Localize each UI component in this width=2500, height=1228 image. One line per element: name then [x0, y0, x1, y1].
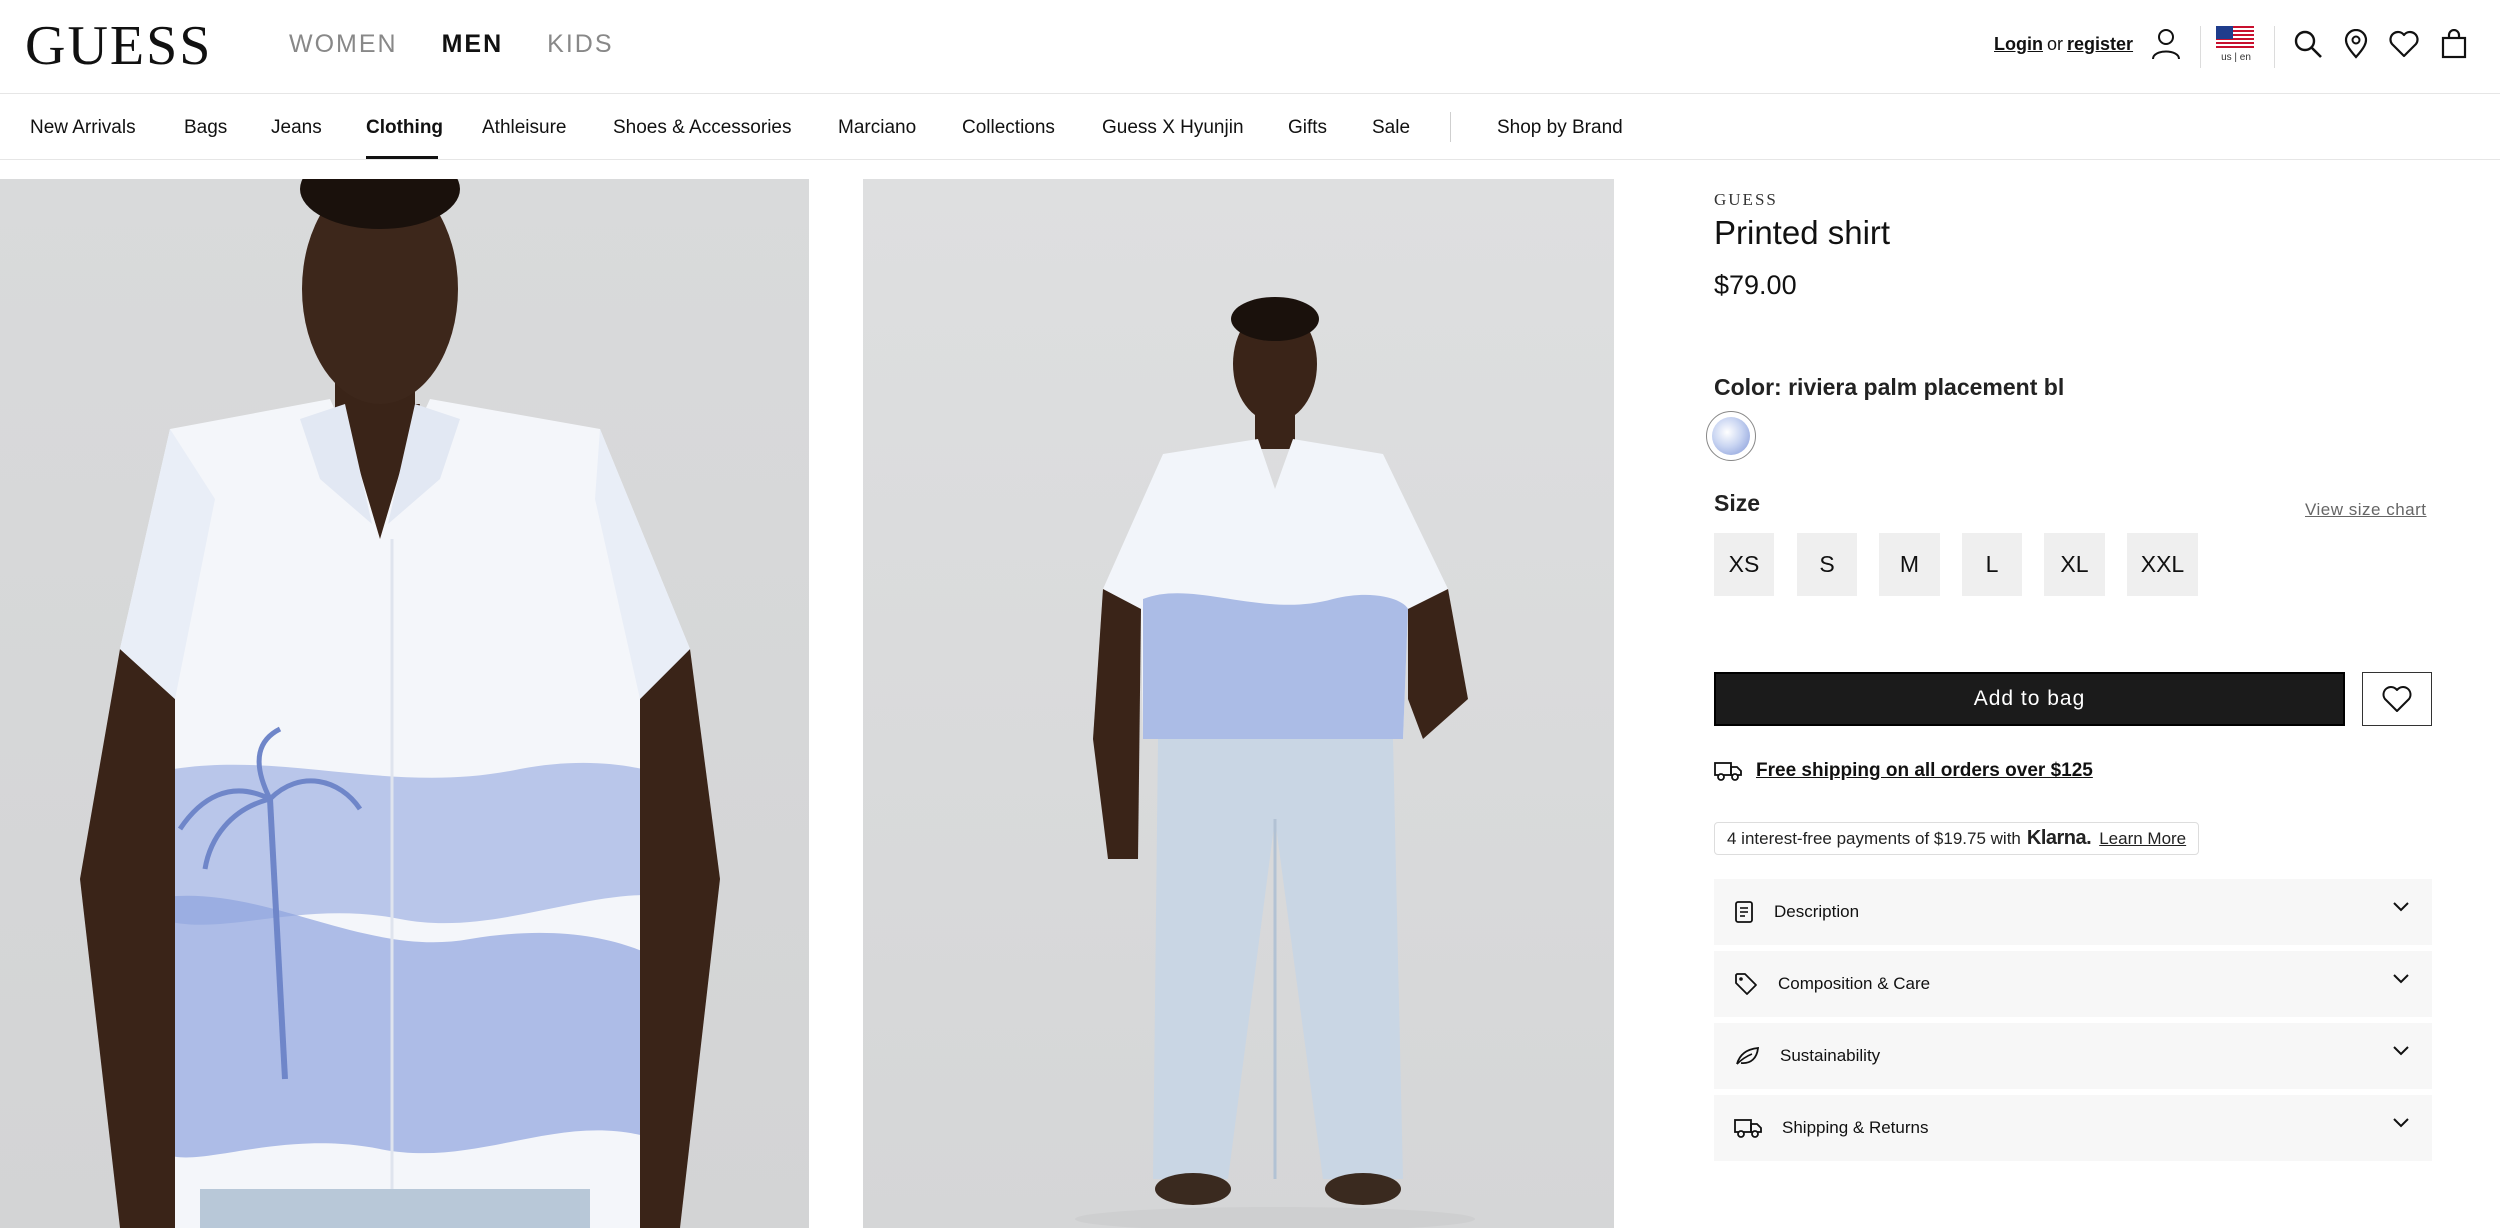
accordion-sustainability[interactable]: Sustainability	[1714, 1023, 2432, 1089]
nav-bags[interactable]: Bags	[184, 117, 227, 139]
swatch-fill	[1712, 417, 1750, 455]
add-to-bag-button[interactable]: Add to bag	[1714, 672, 2345, 726]
gender-tab-men[interactable]: MEN	[442, 30, 504, 59]
size-option-s[interactable]: S	[1797, 533, 1857, 596]
login-link[interactable]: Login	[1994, 34, 2043, 54]
nav-marciano[interactable]: Marciano	[838, 117, 916, 139]
delivery-truck-icon	[1714, 762, 1742, 781]
nav-clothing[interactable]: Clothing	[366, 117, 443, 139]
nav-jeans[interactable]: Jeans	[271, 117, 322, 139]
accordion-composition-care[interactable]: Composition & Care	[1714, 951, 2432, 1017]
guess-logo[interactable]: GUESS	[25, 14, 212, 78]
accordion-description[interactable]: Description	[1714, 879, 2432, 945]
nav-guess-x-hyunjin[interactable]: Guess X Hyunjin	[1102, 117, 1244, 139]
store-locator-icon[interactable]	[2338, 26, 2374, 62]
wishlist-heart-icon[interactable]	[2386, 26, 2422, 62]
chevron-down-icon	[2393, 1118, 2409, 1128]
register-link[interactable]: register	[2067, 34, 2133, 54]
nav-sale[interactable]: Sale	[1372, 117, 1410, 139]
add-to-wishlist-button[interactable]	[2362, 672, 2432, 726]
accordion-shipping-returns[interactable]: Shipping & Returns	[1714, 1095, 2432, 1161]
product-price: $79.00	[1714, 270, 1797, 300]
locale-text: us | en	[2221, 52, 2251, 63]
leaf-icon	[1736, 1046, 1760, 1065]
truck-icon	[1734, 1119, 1762, 1138]
accordion-label: Composition & Care	[1778, 974, 1931, 993]
accordion-label: Shipping & Returns	[1782, 1118, 1929, 1137]
nav-shop-by-brand[interactable]: Shop by Brand	[1497, 117, 1623, 139]
product-title: Printed shirt	[1714, 214, 1891, 251]
klarna-logo: Klarna.	[2026, 827, 2092, 849]
chevron-down-icon	[2393, 1046, 2409, 1056]
header-divider	[2200, 26, 2201, 68]
nav-divider	[1450, 112, 1451, 142]
klarna-banner: 4 interest-free payments of $19.75 with …	[1714, 822, 2200, 855]
size-label: Size	[1714, 490, 1761, 516]
header-divider	[2274, 26, 2275, 68]
nav-gifts[interactable]: Gifts	[1288, 117, 1327, 139]
nav-shoes-accessories[interactable]: Shoes & Accessories	[613, 117, 791, 139]
product-brand: GUESS	[1714, 190, 1778, 209]
chevron-down-icon	[2393, 974, 2409, 984]
nav-collections[interactable]: Collections	[962, 117, 1055, 139]
color-swatch-riviera-palm[interactable]	[1706, 411, 1756, 461]
top-header: GUESS WOMEN MEN KIDS Login or register us …	[0, 0, 2500, 94]
category-nav: New Arrivals Bags Jeans Clothing Athleis…	[0, 95, 2500, 160]
chevron-down-icon	[2393, 902, 2409, 912]
account-links: Login or register	[1994, 34, 2133, 55]
product-image-full-body[interactable]	[863, 179, 1614, 1228]
locale-selector[interactable]: us | en	[2216, 26, 2256, 70]
accordion-label: Sustainability	[1780, 1046, 1881, 1065]
product-image-closeup[interactable]	[0, 179, 809, 1228]
tag-icon	[1735, 973, 1757, 995]
gender-nav: WOMEN MEN KIDS	[289, 30, 614, 59]
nav-new-arrivals[interactable]: New Arrivals	[30, 117, 136, 139]
nav-active-underline	[366, 156, 438, 159]
klarna-learn-more-link[interactable]: Learn More	[2099, 829, 2186, 849]
size-chart-link[interactable]: View size chart	[2305, 500, 2427, 520]
size-option-xs[interactable]: XS	[1714, 533, 1774, 596]
free-shipping-row: Free shipping on all orders over $125	[1714, 760, 2093, 782]
color-label: Color: riviera palm placement bl	[1714, 374, 2065, 400]
document-icon	[1735, 901, 1753, 923]
size-option-m[interactable]: M	[1879, 533, 1940, 596]
size-option-xl[interactable]: XL	[2044, 533, 2105, 596]
shopping-bag-icon[interactable]	[2436, 26, 2472, 62]
nav-athleisure[interactable]: Athleisure	[482, 117, 567, 139]
gender-tab-women[interactable]: WOMEN	[289, 30, 398, 59]
user-icon[interactable]	[2148, 26, 2184, 62]
accordion-label: Description	[1774, 902, 1860, 921]
heart-icon	[2382, 686, 2412, 712]
size-option-l[interactable]: L	[1962, 533, 2022, 596]
size-option-xxl[interactable]: XXL	[2127, 533, 2198, 596]
or-text: or	[2046, 34, 2063, 54]
us-flag-icon	[2216, 26, 2254, 50]
search-icon[interactable]	[2290, 26, 2326, 62]
free-shipping-link[interactable]: Free shipping on all orders over $125	[1756, 760, 2093, 782]
gender-tab-kids[interactable]: KIDS	[547, 30, 613, 59]
klarna-text: 4 interest-free payments of $19.75 with	[1727, 828, 2021, 848]
